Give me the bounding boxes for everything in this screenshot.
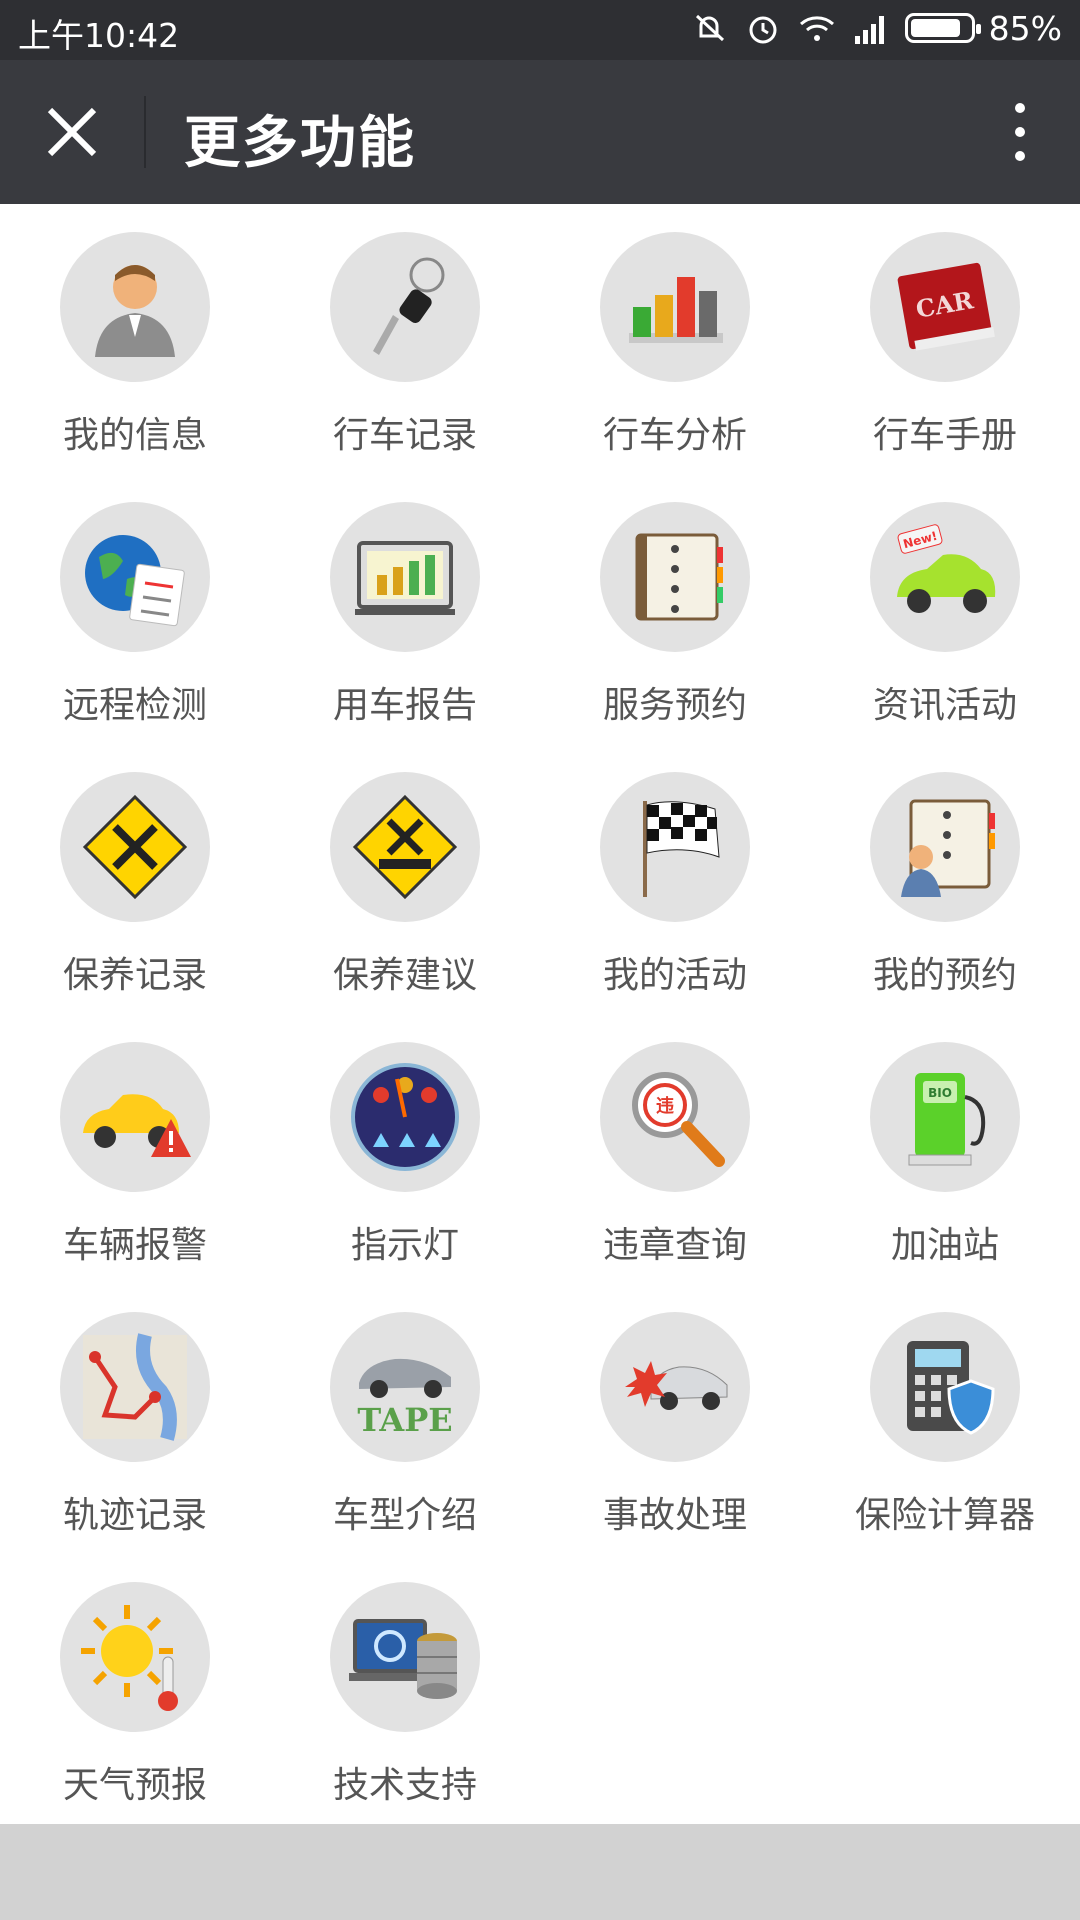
feature-item[interactable]: 违违章查询 [540, 1014, 810, 1284]
title-divider [144, 96, 146, 168]
violation-search-icon: 违 [600, 1042, 750, 1192]
new-car-icon: New! [870, 502, 1020, 652]
car-crash-icon [600, 1312, 750, 1462]
feature-panel: 我的信息 行车记录 行车分析 CAR 行车手册远程检测 用车报告 服务预约 New! 资讯活动保… [0, 204, 1080, 1824]
insurance-calculator-icon [870, 1312, 1020, 1462]
feature-item[interactable]: 保养记录 [0, 744, 270, 1014]
feature-label: 服务预约 [602, 685, 747, 726]
feature-item[interactable]: 行车记录 [270, 204, 540, 474]
title-bar: 更多功能 [0, 60, 1080, 204]
tech-support-icon [330, 1582, 480, 1732]
feature-grid: 我的信息 行车记录 行车分析 CAR 行车手册远程检测 用车报告 服务预约 New! 资讯活动保… [0, 204, 1080, 1824]
feature-label: 远程检测 [62, 685, 207, 726]
feature-label: 保养建议 [332, 955, 477, 996]
checkered-flag-icon [600, 772, 750, 922]
feature-label: 行车分析 [602, 415, 747, 456]
feature-label: 车型介绍 [332, 1495, 477, 1536]
feature-label: 车辆报警 [62, 1225, 207, 1266]
battery-percent: 85% [988, 8, 1062, 48]
dashboard-indicator-icon [330, 1042, 480, 1192]
user-profile-icon [60, 232, 210, 382]
feature-label: 资讯活动 [872, 685, 1017, 726]
maintenance-advice-icon [330, 772, 480, 922]
mute-bell-icon [695, 14, 724, 42]
feature-item[interactable]: TAPE 车型介绍 [270, 1284, 540, 1554]
feature-label: 技术支持 [332, 1765, 477, 1806]
feature-item[interactable]: New! 资讯活动 [810, 474, 1080, 744]
feature-label: 违章查询 [602, 1225, 747, 1266]
status-icons: 85% [689, 8, 1062, 48]
feature-label: 行车记录 [332, 415, 477, 456]
signal-icon [854, 16, 884, 44]
more-vertical-icon[interactable] [990, 98, 1050, 166]
svg-text:BIO: BIO [928, 1086, 952, 1100]
car-alert-icon [60, 1042, 210, 1192]
maintenance-sign-icon [60, 772, 210, 922]
feature-item[interactable]: 轨迹记录 [0, 1284, 270, 1554]
battery-icon [904, 13, 981, 43]
feature-item[interactable]: 保养建议 [270, 744, 540, 1014]
feature-label: 我的信息 [62, 415, 207, 456]
bar-chart-icon [600, 232, 750, 382]
feature-label: 行车手册 [872, 415, 1017, 456]
wifi-icon [799, 16, 834, 41]
feature-item[interactable]: 事故处理 [540, 1284, 810, 1554]
feature-item[interactable]: 用车报告 [270, 474, 540, 744]
feature-item[interactable]: 行车分析 [540, 204, 810, 474]
globe-checklist-icon [60, 502, 210, 652]
feature-label: 加油站 [890, 1225, 999, 1266]
feature-item[interactable]: 远程检测 [0, 474, 270, 744]
feature-item[interactable]: 指示灯 [270, 1014, 540, 1284]
page-title: 更多功能 [184, 111, 416, 176]
feature-item[interactable]: 天气预报 [0, 1554, 270, 1824]
feature-label: 轨迹记录 [62, 1495, 207, 1536]
feature-item[interactable]: BIO 加油站 [810, 1014, 1080, 1284]
feature-item[interactable]: 车辆报警 [0, 1014, 270, 1284]
fuel-pump-icon: BIO [870, 1042, 1020, 1192]
feature-item[interactable]: 我的活动 [540, 744, 810, 1014]
feature-label: 天气预报 [62, 1765, 207, 1806]
car-book-icon: CAR [870, 232, 1020, 382]
feature-label: 事故处理 [602, 1495, 747, 1536]
feature-item[interactable]: 我的信息 [0, 204, 270, 474]
feature-item[interactable]: 技术支持 [270, 1554, 540, 1824]
route-map-icon [60, 1312, 210, 1462]
alarm-icon [749, 16, 777, 44]
close-icon[interactable] [40, 100, 104, 164]
feature-label: 我的活动 [602, 955, 747, 996]
feature-label: 保养记录 [62, 955, 207, 996]
appointment-book-icon [870, 772, 1020, 922]
feature-item[interactable]: 我的预约 [810, 744, 1080, 1014]
svg-text:违: 违 [656, 1095, 674, 1117]
feature-label: 我的预约 [872, 955, 1017, 996]
feature-label: 用车报告 [332, 685, 477, 726]
status-bar: 上午10:42 85% [0, 0, 1080, 60]
feature-label: 保险计算器 [854, 1495, 1035, 1536]
report-monitor-icon [330, 502, 480, 652]
svg-text:TAPE: TAPE [357, 1401, 452, 1439]
notebook-icon [600, 502, 750, 652]
car-key-icon [330, 232, 480, 382]
car-model-icon: TAPE [330, 1312, 480, 1462]
feature-item[interactable]: 保险计算器 [810, 1284, 1080, 1554]
status-time: 上午10:42 [18, 16, 180, 55]
feature-label: 指示灯 [350, 1225, 459, 1266]
feature-item[interactable]: CAR 行车手册 [810, 204, 1080, 474]
feature-item[interactable]: 服务预约 [540, 474, 810, 744]
weather-sun-icon [60, 1582, 210, 1732]
